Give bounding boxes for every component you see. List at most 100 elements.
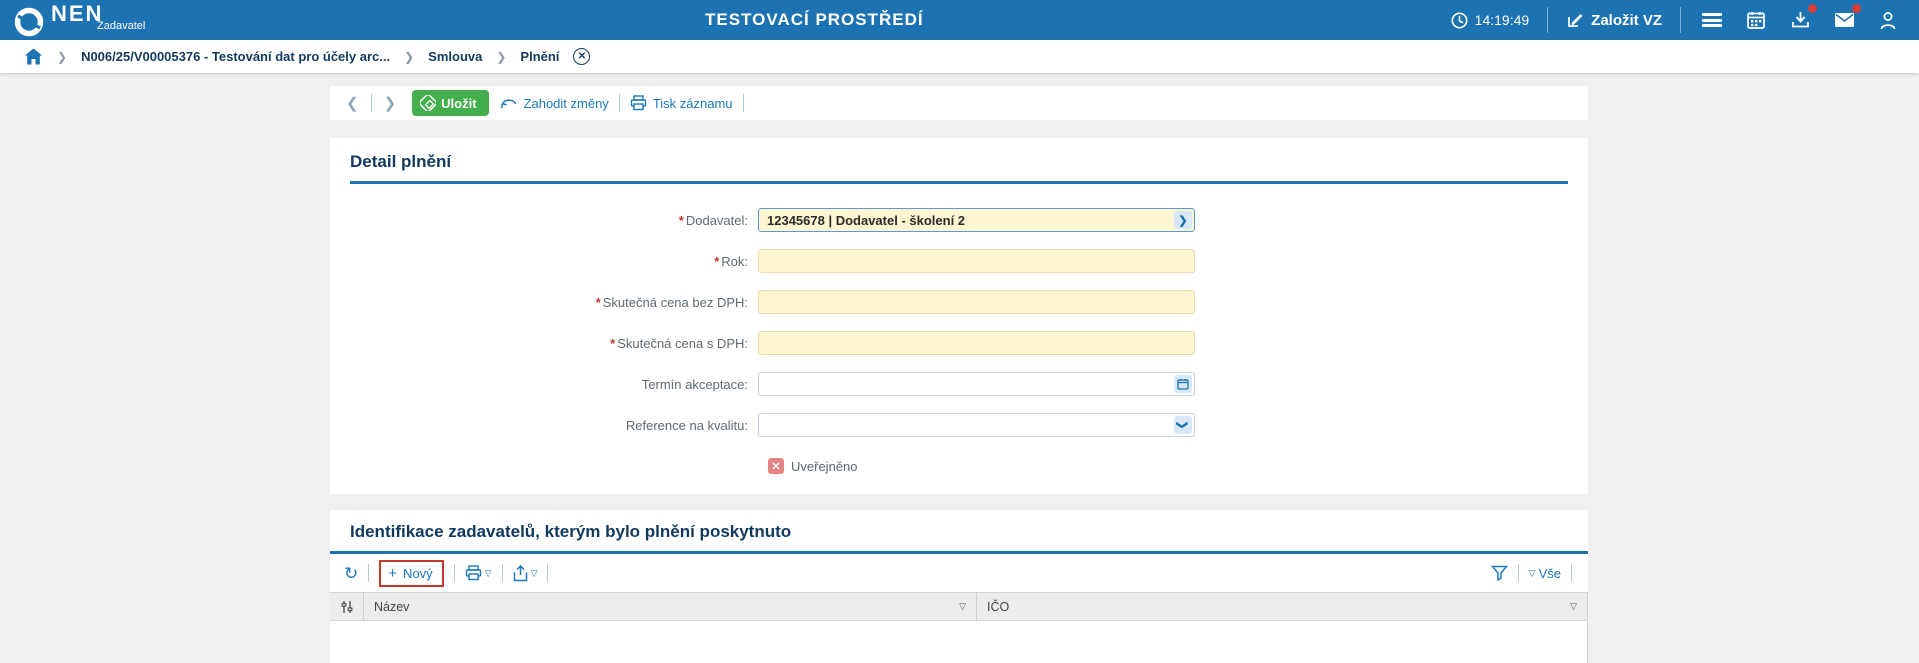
create-vz-button[interactable]: Založit VZ — [1566, 11, 1662, 29]
column-label: IČO — [987, 599, 1010, 614]
printer-icon — [630, 95, 647, 111]
view-all-filter[interactable]: ▽ Vše — [1529, 566, 1561, 581]
toolbar-separator — [547, 564, 549, 582]
required-star: * — [610, 335, 616, 351]
plneni-form: *Dodavatel: ❯ *Rok: *Skutečná cena bez D… — [350, 208, 1568, 474]
table-header-row: Název ▽ IČO ▽ — [330, 593, 1588, 621]
not-published-icon: ✕ — [768, 458, 784, 474]
column-header-nazev[interactable]: Název ▽ — [364, 593, 977, 620]
column-settings-icon — [341, 600, 352, 613]
toolbar-separator — [368, 564, 370, 582]
calendar-small-icon — [1177, 379, 1189, 390]
toolbar-separator — [742, 94, 744, 112]
rok-field[interactable] — [758, 249, 1195, 273]
new-label: Nový — [403, 565, 433, 581]
clock-widget: 14:19:49 — [1451, 12, 1530, 29]
column-label: Název — [374, 599, 410, 614]
messages-button[interactable] — [1831, 4, 1861, 33]
required-star: * — [595, 294, 601, 310]
dodavatel-field[interactable] — [758, 208, 1195, 232]
form-row-reference-na-kvalitu: Reference na kvalitu: ❯ — [350, 413, 1568, 437]
cena-bez-dph-field[interactable] — [758, 290, 1195, 314]
header-separator — [1547, 7, 1549, 33]
downloads-button[interactable] — [1787, 4, 1817, 33]
toolbar-separator — [501, 564, 503, 582]
select-chevron-down-icon[interactable]: ❯ — [1174, 416, 1192, 434]
breadcrumb-chevron: ❯ — [404, 49, 415, 64]
new-record-button[interactable]: + Nový — [379, 559, 444, 587]
close-tab-icon[interactable]: ✕ — [573, 48, 591, 65]
datepicker-icon[interactable] — [1174, 375, 1192, 393]
user-button[interactable] — [1875, 7, 1901, 33]
export-button[interactable]: ▽ — [513, 564, 538, 582]
discard-changes-button[interactable]: Zahodit změny — [499, 96, 609, 111]
reference-na-kvalitu-field[interactable] — [758, 413, 1195, 437]
messages-badge — [1852, 4, 1861, 13]
breadcrumb-item-smlouva[interactable]: Smlouva — [428, 49, 482, 64]
download-icon — [1791, 12, 1809, 28]
calendar-button[interactable] — [1743, 7, 1769, 33]
field-label: Reference na kvalitu: — [625, 417, 748, 433]
app-header: NEN Zadavatel TESTOVACÍ PROSTŘEDÍ 14:19:… — [0, 0, 1919, 40]
detail-section-title: Detail plnění — [350, 152, 452, 171]
plus-icon: + — [388, 564, 398, 582]
dropdown-triangle-icon: ▽ — [1528, 567, 1536, 578]
next-record-button[interactable]: ❯ — [382, 94, 399, 112]
field-label: * Dodavatel: — [678, 212, 748, 228]
dropdown-triangle-icon: ▽ — [530, 567, 538, 578]
undo-icon — [500, 98, 516, 108]
field-label: * Skutečná cena s DPH: — [610, 335, 748, 351]
column-settings-button[interactable] — [330, 593, 364, 620]
environment-title: TESTOVACÍ PROSTŘEDÍ — [705, 10, 924, 29]
form-row-dodavatel: *Dodavatel: ❯ — [350, 208, 1568, 232]
column-filter-icon[interactable]: ▽ — [959, 601, 966, 612]
toolbar-separator — [453, 564, 455, 582]
field-label: * Rok: — [714, 253, 748, 269]
menu-icon — [1702, 13, 1722, 27]
toolbar-separator — [370, 94, 372, 112]
form-row-termin-akceptace: Termín akceptace: — [350, 372, 1568, 396]
brand-subtitle: Zadavatel — [97, 20, 146, 32]
save-button[interactable]: Uložit — [412, 90, 489, 116]
zadavatele-table: Název ▽ IČO ▽ — [330, 592, 1588, 663]
termin-akceptace-field[interactable] — [758, 372, 1195, 396]
required-star: * — [714, 253, 720, 269]
save-label: Uložit — [441, 95, 477, 111]
create-vz-label: Založit VZ — [1591, 11, 1662, 29]
breadcrumb-item-contract-procedure[interactable]: N006/25/V00005376 - Testování dat pro úč… — [81, 49, 390, 64]
save-icon — [420, 95, 437, 111]
toolbar-separator — [1517, 564, 1519, 582]
form-row-rok: * Rok: — [350, 249, 1568, 273]
toolbar-separator — [1571, 564, 1572, 582]
filter-funnel-icon[interactable] — [1490, 565, 1508, 581]
refresh-button[interactable]: ↻ — [344, 565, 358, 582]
nen-logo[interactable]: NEN Zadavatel — [14, 3, 145, 37]
export-icon — [513, 564, 527, 581]
publication-status: ✕ Uveřejněno — [768, 458, 1568, 474]
field-label: * Skutečná cena bez DPH: — [595, 294, 748, 310]
cena-s-dph-field[interactable] — [758, 331, 1195, 355]
identifikace-zadavatelu-panel: Identifikace zadavatelů, kterým bylo pln… — [330, 510, 1588, 663]
prev-record-button[interactable]: ❮ — [344, 94, 361, 112]
menu-button[interactable] — [1699, 7, 1725, 33]
list-toolbar: ↻ + Nový ▽ ▽ ▽ Vše — [330, 554, 1588, 592]
breadcrumb-chevron: ❯ — [57, 49, 68, 64]
print-record-button[interactable]: Tisk záznamu — [630, 95, 733, 111]
status-label: Uveřejněno — [791, 458, 858, 474]
discard-label: Zahodit změny — [523, 95, 609, 111]
column-filter-icon[interactable]: ▽ — [1570, 601, 1577, 612]
download-badge — [1808, 4, 1817, 13]
section-rule — [350, 181, 1568, 184]
user-icon — [1880, 11, 1896, 29]
clock-icon — [1451, 12, 1468, 28]
header-time: 14:19:49 — [1474, 12, 1530, 28]
detail-plneni-panel: Detail plnění *Dodavatel: ❯ *Rok: — [330, 138, 1588, 494]
home-icon[interactable] — [24, 48, 43, 65]
lookup-open-icon[interactable]: ❯ — [1174, 211, 1192, 229]
column-header-ico[interactable]: IČO ▽ — [977, 593, 1588, 620]
list-section-title: Identifikace zadavatelů, kterým bylo pln… — [350, 522, 792, 541]
table-empty-body — [330, 621, 1588, 663]
print-list-button[interactable]: ▽ — [465, 565, 492, 581]
breadcrumb-item-plneni[interactable]: Plnění — [520, 49, 559, 64]
breadcrumb-chevron: ❯ — [496, 49, 507, 64]
